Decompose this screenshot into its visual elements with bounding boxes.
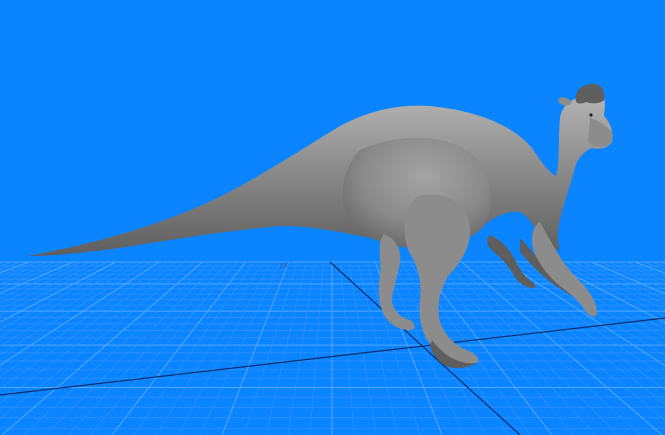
origin-marker-label: zX [279, 261, 289, 270]
viewport-canvas[interactable]: zX [0, 0, 665, 435]
eye [589, 113, 593, 117]
3d-viewport[interactable]: zX [0, 0, 665, 435]
